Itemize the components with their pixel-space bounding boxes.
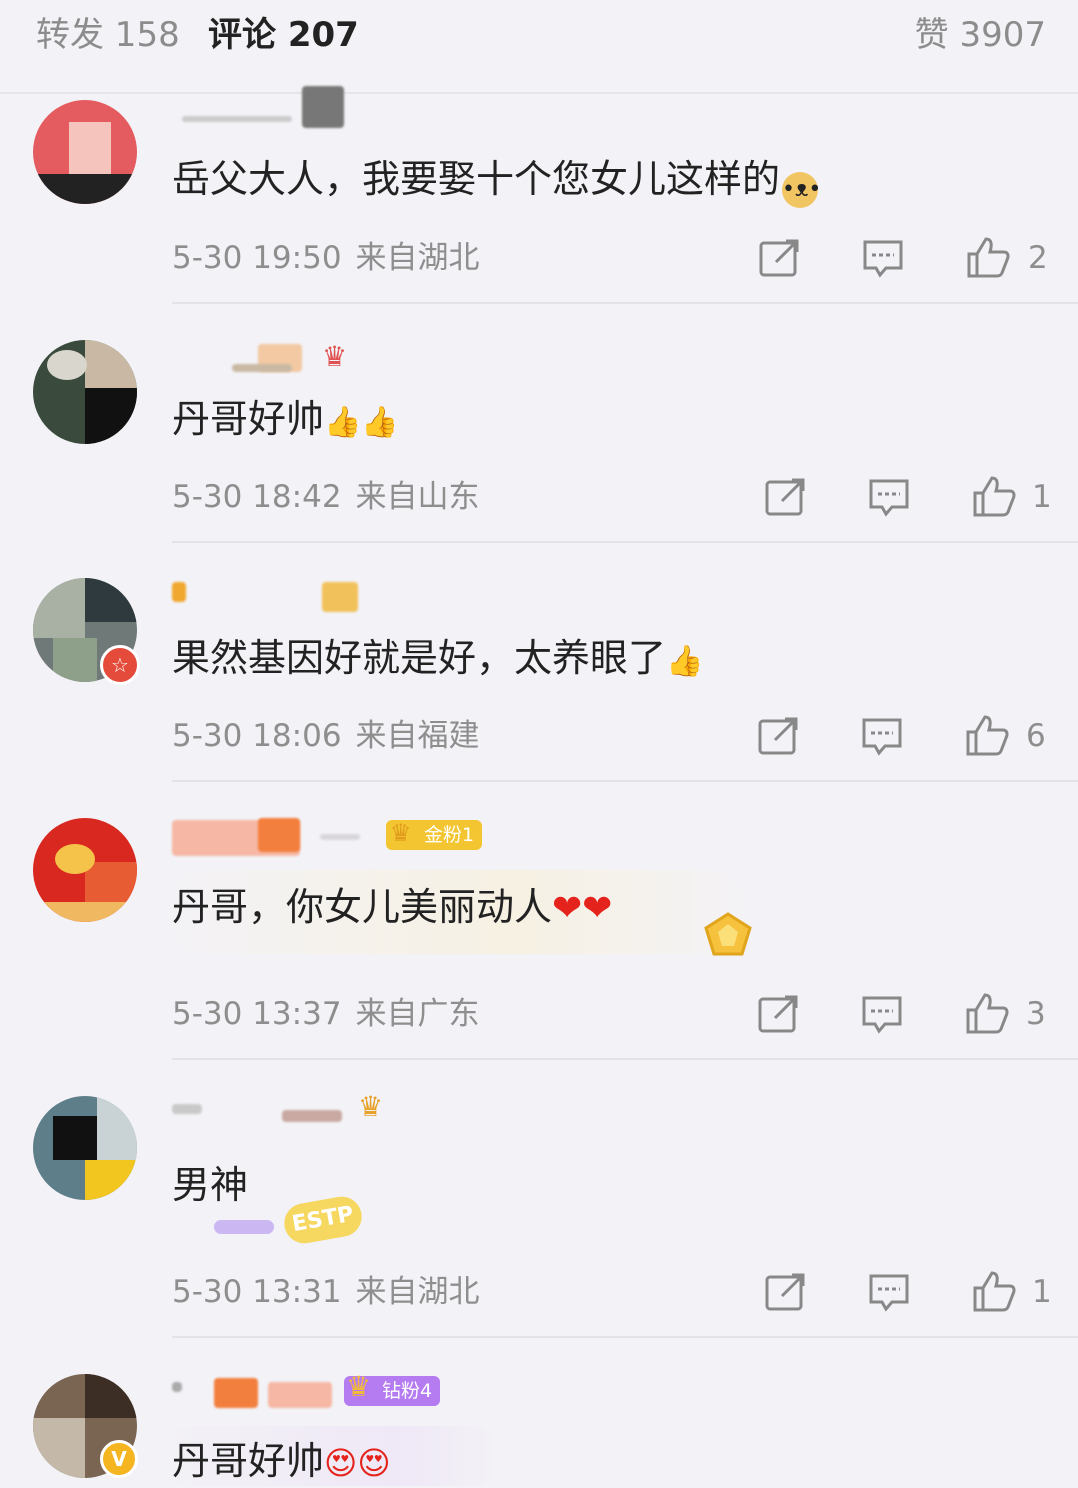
gold-medal-decoration xyxy=(700,910,756,958)
like-count: 1 xyxy=(1032,1274,1052,1310)
divider xyxy=(172,541,1078,543)
tab-repost[interactable]: 转发 158 xyxy=(36,14,180,56)
like-count: 1 xyxy=(1032,479,1052,515)
like-count: 3 xyxy=(1026,996,1046,1032)
divider xyxy=(172,1058,1078,1060)
tab-comments[interactable]: 评论 207 xyxy=(208,14,359,56)
like-count: 6 xyxy=(1026,718,1046,754)
like-icon[interactable] xyxy=(965,992,1009,1034)
fan-level-badge: ♛ 钻粉4 xyxy=(344,1372,441,1406)
comment-icon[interactable] xyxy=(862,238,904,278)
comment-location: 来自山东 xyxy=(355,479,480,515)
thumbs-up-emoji: 👍👍 xyxy=(324,405,399,440)
comment-time: 5-30 18:06 xyxy=(172,718,342,754)
heart-eyes-emoji: 😍😍 xyxy=(324,1444,391,1482)
comment-time: 5-30 19:50 xyxy=(172,240,342,276)
username-blurred[interactable]: ♛ xyxy=(172,1090,422,1130)
comment-location: 来自福建 xyxy=(355,718,480,754)
comment-meta: 5-30 13:37 来自广东 xyxy=(172,994,480,1034)
comment-icon[interactable] xyxy=(861,994,903,1034)
comment-meta: 5-30 19:50 来自湖北 xyxy=(172,238,480,278)
estp-sticker-decoration: ESTP xyxy=(214,1190,365,1247)
verified-badge-icon: ☆ xyxy=(100,645,140,685)
verified-v-icon: V xyxy=(100,1440,138,1478)
divider xyxy=(172,780,1078,782)
like-icon[interactable] xyxy=(972,1270,1016,1312)
comment-meta: 5-30 13:31 来自湖北 xyxy=(172,1272,480,1312)
like-count: 2 xyxy=(1028,240,1048,276)
comment-meta: 5-30 18:06 来自福建 xyxy=(172,716,480,756)
like-icon[interactable] xyxy=(966,236,1010,278)
comment-time: 5-30 13:31 xyxy=(172,1274,342,1310)
comment-icon[interactable] xyxy=(868,477,910,517)
comment-time: 5-30 13:37 xyxy=(172,996,342,1032)
comment-location: 来自湖北 xyxy=(355,1274,480,1310)
avatar[interactable] xyxy=(33,100,137,204)
repost-icon[interactable] xyxy=(757,716,799,756)
comment-text: 丹哥好帅👍👍 xyxy=(172,397,399,441)
comment-tabs-bar: 转发 158 评论 207 赞 3907 xyxy=(0,0,1078,94)
like-icon[interactable] xyxy=(972,475,1016,517)
comment-icon[interactable] xyxy=(861,716,903,756)
comment-location: 来自湖北 xyxy=(355,240,480,276)
doge-emoji: •ᴥ• xyxy=(782,172,821,208)
fan-crown-icon: ♛ xyxy=(358,1090,384,1123)
thumbs-up-emoji: 👍 xyxy=(666,644,704,679)
repost-icon[interactable] xyxy=(757,994,799,1034)
like-icon[interactable] xyxy=(965,714,1009,756)
divider xyxy=(172,1336,1078,1338)
fan-level-badge: ♛ 金粉1 xyxy=(386,819,483,850)
comment-icon[interactable] xyxy=(868,1272,910,1312)
fan-crown-icon: ♛ xyxy=(322,340,348,373)
comment-meta: 5-30 18:42 来自山东 xyxy=(172,477,480,517)
avatar[interactable] xyxy=(33,818,137,922)
username-blurred[interactable]: ♛ xyxy=(172,340,422,380)
heart-emoji: ❤❤ xyxy=(552,888,613,929)
comment-location: 来自广东 xyxy=(355,996,480,1032)
avatar[interactable] xyxy=(33,340,137,444)
comment-time: 5-30 18:42 xyxy=(172,479,342,515)
repost-icon[interactable] xyxy=(764,477,806,517)
tab-likes[interactable]: 赞 3907 xyxy=(915,14,1046,56)
repost-icon[interactable] xyxy=(764,1272,806,1312)
comment-text: 果然基因好就是好，太养眼了👍 xyxy=(172,636,704,680)
comment-text: 岳父大人，我要娶十个您女儿这样的•ᴥ• xyxy=(172,154,821,208)
username-blurred[interactable] xyxy=(172,578,422,618)
divider xyxy=(172,302,1078,304)
crown-badge-icon: ♛ xyxy=(390,819,412,847)
repost-icon[interactable] xyxy=(758,238,800,278)
avatar[interactable] xyxy=(33,1096,137,1200)
crown-badge-icon: ♛ xyxy=(346,1370,372,1403)
username-blurred[interactable] xyxy=(172,86,422,128)
comment-text: 丹哥，你女儿美丽动人❤❤ xyxy=(172,885,613,929)
comment-text: 丹哥好帅😍😍 xyxy=(172,1439,391,1483)
